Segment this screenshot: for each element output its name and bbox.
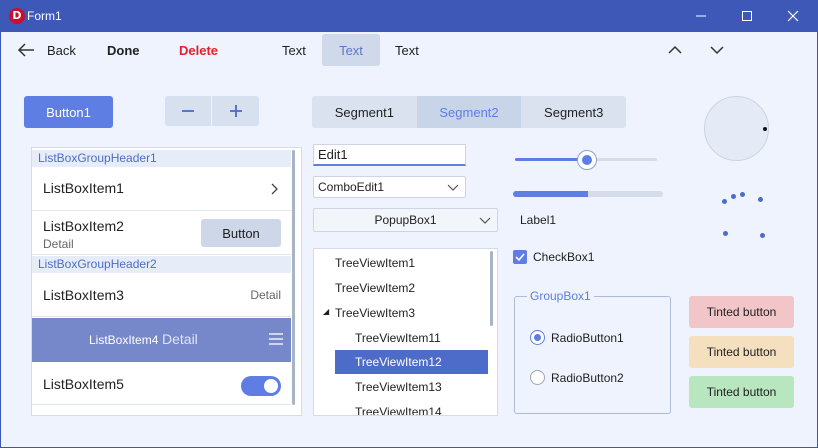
- slider-thumb[interactable]: [577, 150, 597, 170]
- back-button[interactable]: Back: [17, 34, 76, 66]
- tree-item[interactable]: TreeViewItem14: [355, 400, 442, 415]
- chevron-down-icon: [447, 184, 459, 191]
- done-button[interactable]: Done: [107, 34, 140, 66]
- spinner-dot: [758, 197, 763, 202]
- expand-triangle-icon[interactable]: ◢: [323, 307, 329, 316]
- spinner-dot: [722, 199, 727, 204]
- listbox: ListBoxGroupHeader1 ListBoxItem1 ListBox…: [31, 147, 302, 416]
- progress-bar: [513, 191, 663, 197]
- list-item-label: ListBoxItem4: [89, 333, 159, 347]
- groupbox-title: GroupBox1: [527, 289, 594, 303]
- listbox-scrollbar[interactable]: [292, 150, 295, 405]
- decrement-button[interactable]: [165, 96, 212, 126]
- list-item-label: ListBoxItem5: [43, 376, 124, 392]
- listbox-group-header-2: ListBoxGroupHeader2: [32, 256, 291, 273]
- list-item-label: ListBoxItem1: [43, 180, 124, 196]
- list-item-detail: Detail: [162, 331, 198, 347]
- list-item-label: ListBoxItem2: [43, 218, 124, 234]
- back-label: Back: [47, 42, 76, 58]
- chevron-down-button[interactable]: [705, 34, 729, 66]
- listbox-group-header-1: ListBoxGroupHeader1: [32, 150, 291, 167]
- plus-icon: [229, 105, 242, 117]
- checkmark-icon: [515, 253, 525, 262]
- list-item[interactable]: ListBoxItem2 Detail Button: [32, 212, 291, 255]
- close-icon: [787, 10, 799, 22]
- dial-knob[interactable]: [704, 96, 769, 161]
- arrow-left-icon: [17, 43, 34, 57]
- spinner-dot: [723, 231, 728, 236]
- radio-dot[interactable]: [530, 330, 545, 345]
- list-item[interactable]: ListBoxItem3 Detail: [32, 273, 291, 317]
- chevron-right-icon: [271, 183, 278, 195]
- segment-1[interactable]: Segment1: [312, 96, 417, 128]
- radio-button-1[interactable]: RadioButton1: [530, 330, 624, 345]
- radio-dot[interactable]: [530, 370, 545, 385]
- stepper: [165, 96, 259, 126]
- radio-button-2[interactable]: RadioButton2: [530, 370, 624, 385]
- spinner-dot: [731, 194, 736, 199]
- maximize-button[interactable]: [724, 0, 770, 32]
- minimize-button[interactable]: [678, 0, 724, 32]
- groupbox: GroupBox1 RadioButton1 RadioButton2: [514, 289, 671, 414]
- segmented-control: Segment1 Segment2 Segment3: [312, 96, 626, 128]
- chevron-up-icon: [668, 45, 682, 54]
- text-button-3[interactable]: Text: [395, 34, 419, 66]
- list-item-button[interactable]: Button: [201, 219, 281, 247]
- app-window: D Form1 Back Done Delete Text Text Text …: [0, 0, 818, 448]
- close-button[interactable]: [770, 0, 816, 32]
- combo-edit[interactable]: ComboEdit1: [313, 176, 466, 198]
- radio-label: RadioButton2: [551, 370, 624, 385]
- segment-2[interactable]: Segment2: [416, 96, 522, 128]
- list-item-label: ListBoxItem3: [43, 287, 124, 303]
- list-item-detail: Detail: [43, 237, 74, 251]
- list-item[interactable]: ListBoxItem1: [32, 167, 291, 211]
- progress-fill: [513, 191, 588, 197]
- edit1-input[interactable]: Edit1: [313, 144, 466, 166]
- button1[interactable]: Button1: [24, 96, 113, 128]
- list-item[interactable]: ListBoxItem5: [32, 363, 291, 405]
- client-area: Back Done Delete Text Text Text Button1 …: [1, 32, 817, 447]
- tree-scrollbar[interactable]: [490, 251, 493, 326]
- text-button-2[interactable]: Text: [322, 34, 380, 66]
- chevron-up-button[interactable]: [663, 34, 687, 66]
- chevron-down-icon: [479, 217, 491, 224]
- tree-item[interactable]: TreeViewItem13: [355, 375, 442, 399]
- tree-item[interactable]: TreeViewItem2: [335, 276, 415, 300]
- tree-item[interactable]: TreeViewItem3: [335, 301, 415, 325]
- toggle-switch[interactable]: [241, 376, 281, 396]
- checkbox1[interactable]: CheckBox1: [513, 250, 594, 264]
- text-button-1[interactable]: Text: [282, 34, 306, 66]
- tree-item[interactable]: TreeViewItem11: [355, 326, 441, 350]
- popup-value: PopupBox1: [374, 213, 437, 227]
- popup-box[interactable]: PopupBox1: [313, 208, 498, 232]
- combo-value: ComboEdit1: [318, 180, 385, 194]
- checkbox-label: CheckBox1: [533, 250, 595, 264]
- minimize-icon: [696, 15, 706, 17]
- dial-indicator: [763, 127, 767, 131]
- label1: Label1: [520, 213, 557, 227]
- window-title: Form1: [27, 9, 62, 23]
- minus-icon: [182, 110, 194, 112]
- tree-item-selected[interactable]: TreeViewItem12: [335, 350, 488, 374]
- title-bar: D Form1: [0, 0, 818, 32]
- maximize-icon: [742, 11, 752, 21]
- tree-item[interactable]: TreeViewItem1: [335, 251, 415, 275]
- list-item-detail: Detail: [250, 288, 281, 302]
- tinted-button-red[interactable]: Tinted button: [689, 296, 794, 328]
- tinted-button-green[interactable]: Tinted button: [689, 376, 794, 408]
- tinted-button-orange[interactable]: Tinted button: [689, 336, 794, 368]
- chevron-down-icon: [710, 46, 724, 55]
- list-item-selected[interactable]: ListBoxItem4 Detail: [32, 318, 291, 362]
- spinner-dot: [760, 233, 765, 238]
- checkbox-box[interactable]: [513, 250, 527, 264]
- menu-icon: [269, 333, 283, 345]
- tree-view: TreeViewItem1 TreeViewItem2 ◢ TreeViewIt…: [313, 248, 498, 416]
- slider-fill: [515, 158, 586, 161]
- radio-label: RadioButton1: [551, 330, 624, 345]
- app-icon: D: [9, 8, 25, 24]
- delete-button[interactable]: Delete: [179, 34, 218, 66]
- spinner-dot: [740, 192, 745, 197]
- increment-button[interactable]: [212, 96, 259, 126]
- segment-3[interactable]: Segment3: [521, 96, 626, 128]
